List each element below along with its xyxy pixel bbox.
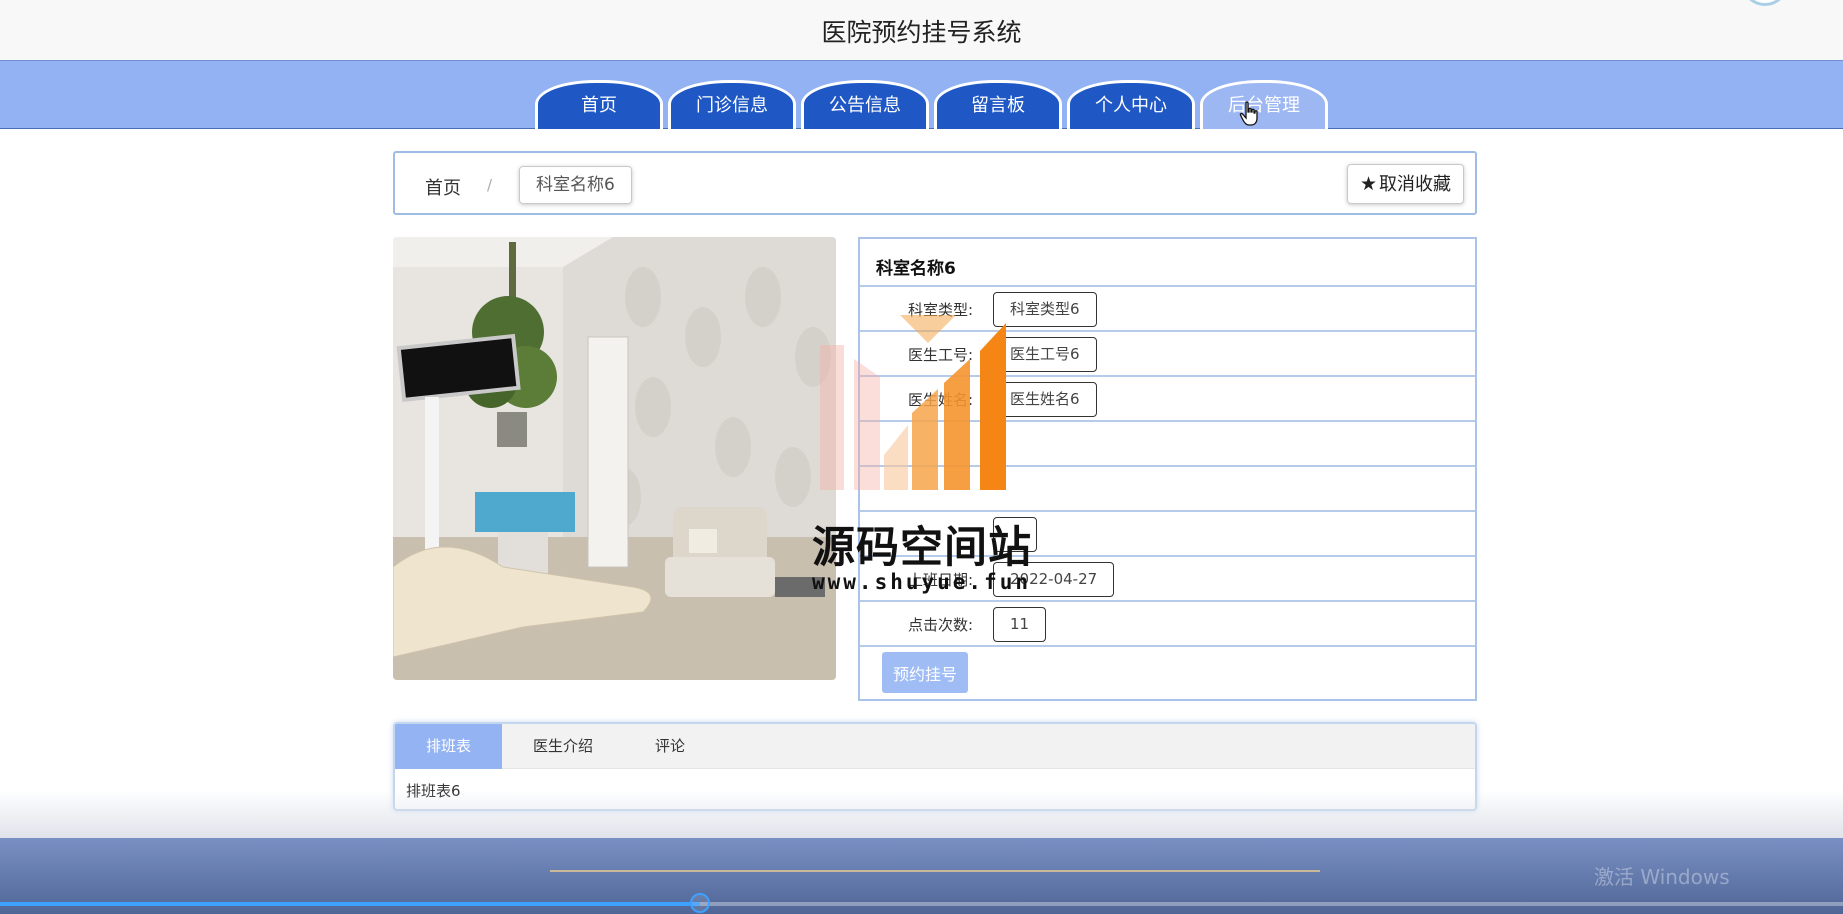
star-icon: ★ (1359, 173, 1377, 195)
nav-tabs: 首页 门诊信息 公告信息 留言板 个人中心 后台管理 (535, 80, 1333, 129)
seek-handle[interactable] (690, 893, 711, 913)
breadcrumb-separator: / (487, 176, 493, 194)
department-photo (393, 237, 836, 680)
book-appointment-button[interactable]: 预约挂号 (882, 652, 968, 693)
seek-bar-progress (0, 902, 701, 906)
field-hidden-3 (860, 510, 1475, 555)
field-value: 医生工号6 (993, 337, 1097, 372)
nav-tab-admin[interactable]: 后台管理 (1200, 80, 1328, 129)
player-fade (0, 790, 1843, 838)
field-value: 11 (993, 607, 1047, 642)
field-hidden-1 (860, 420, 1475, 465)
field-doctor-name: 医生姓名: 医生姓名6 (860, 375, 1475, 420)
main-nav: 首页 门诊信息 公告信息 留言板 个人中心 后台管理 (0, 61, 1843, 129)
field-doctor-id: 医生工号: 医生工号6 (860, 330, 1475, 375)
field-label: 科室类型: (907, 301, 973, 319)
caption-divider (550, 870, 1320, 872)
field-label: 上班日期: (907, 571, 973, 589)
field-label: 点击次数: (907, 616, 973, 634)
unfavorite-label: 取消收藏 (1379, 174, 1451, 195)
nav-tab-home[interactable]: 首页 (535, 80, 663, 129)
tab-doctor-intro[interactable]: 医生介绍 (502, 724, 624, 769)
field-hidden-2 (860, 465, 1475, 510)
tab-strip: 排班表 医生介绍 评论 (395, 724, 1475, 769)
video-player-controls: 激活 Windows (0, 838, 1843, 914)
unfavorite-button[interactable]: ★ 取消收藏 (1346, 164, 1464, 204)
nav-tab-clinic-info[interactable]: 门诊信息 (668, 80, 796, 129)
nav-tab-message-board[interactable]: 留言板 (934, 80, 1062, 129)
breadcrumb: 首页 / 科室名称6 ★ 取消收藏 (393, 151, 1477, 215)
field-department-type: 科室类型: 科室类型6 (860, 285, 1475, 330)
hand-cursor-icon (1239, 101, 1258, 126)
field-label: 医生姓名: (907, 391, 973, 409)
field-click-count: 点击次数: 11 (860, 600, 1475, 645)
field-work-date: 上班日期: 2022-04-27 (860, 555, 1475, 600)
nav-tab-personal-center[interactable]: 个人中心 (1067, 80, 1195, 129)
site-header: 医院预约挂号系统 (0, 0, 1843, 61)
field-value: 科室类型6 (993, 292, 1097, 327)
field-label: 医生工号: (907, 346, 973, 364)
seek-bar[interactable] (0, 902, 1843, 906)
tab-schedule[interactable]: 排班表 (395, 724, 503, 769)
field-value: 2022-04-27 (993, 562, 1115, 597)
avatar[interactable] (1743, 0, 1787, 6)
breadcrumb-current: 科室名称6 (519, 166, 632, 204)
field-value (993, 517, 1037, 552)
tab-comments[interactable]: 评论 (624, 724, 716, 769)
nav-tab-announcements[interactable]: 公告信息 (801, 80, 929, 129)
site-title: 医院预约挂号系统 (821, 18, 1022, 47)
department-detail: 科室名称6 科室类型: 科室类型6 医生工号: 医生工号6 医生姓名: 医生姓名… (858, 237, 1477, 701)
breadcrumb-home[interactable]: 首页 (425, 174, 461, 200)
divider (860, 645, 1475, 647)
detail-title: 科室名称6 (876, 259, 956, 279)
field-value: 医生姓名6 (993, 382, 1097, 417)
windows-activation-text: 激活 Windows (1594, 865, 1730, 889)
